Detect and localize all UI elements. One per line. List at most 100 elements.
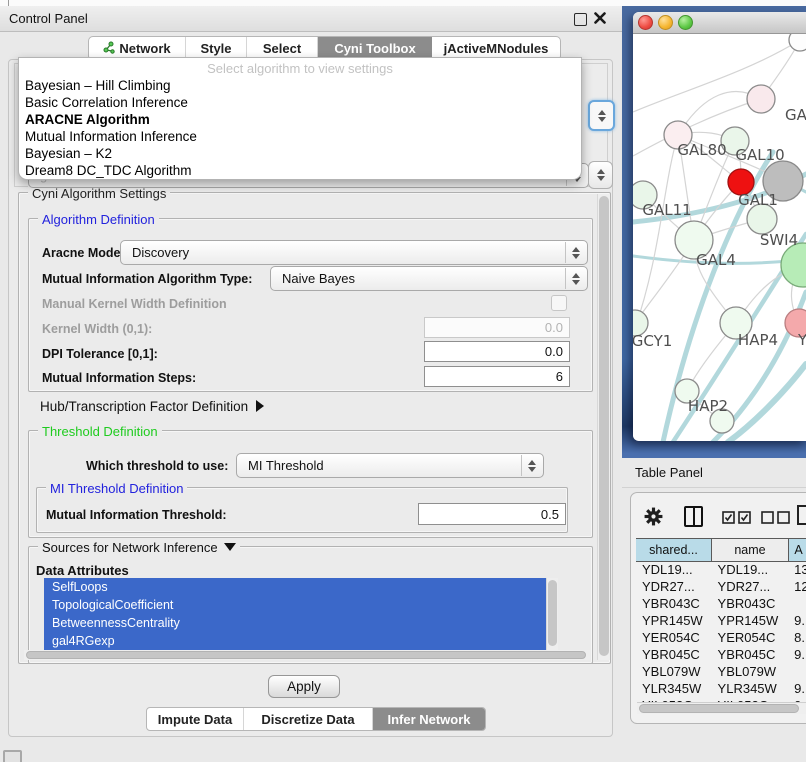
algo-option-mutual-information-inference[interactable]: Mutual Information Inference [21, 128, 581, 145]
table-cell: YER054C [712, 630, 789, 647]
mi-steps-field[interactable]: 6 [424, 366, 570, 387]
attributes-list-scrollbar[interactable] [546, 578, 558, 650]
table-row[interactable]: YBL079WYBL079W [636, 664, 806, 681]
network-canvas[interactable]: GALGAL80GAL10GAL1SWI4GAL11GAL4GCY1HAP4YH… [633, 34, 806, 441]
node-label-hap2: HAP2 [688, 397, 728, 415]
combo-stepper[interactable] [565, 268, 586, 289]
kernel-width-label: Kernel Width (0,1): [42, 322, 152, 336]
sources-group-title[interactable]: Sources for Network Inference [38, 540, 240, 555]
node-swi4[interactable] [781, 243, 806, 287]
gear-icon[interactable] [643, 506, 664, 527]
which-threshold-label: Which threshold to use: [86, 459, 228, 473]
bottom-tab-discretize-data[interactable]: Discretize Data [244, 708, 373, 730]
combo-stepper[interactable] [521, 455, 542, 476]
which-threshold-value: MI Threshold [248, 458, 324, 473]
attribute-item-selfloops[interactable]: SelfLoops [44, 578, 558, 596]
table-cell [788, 664, 806, 681]
close-traffic-light[interactable] [638, 15, 653, 30]
algo-option-bayesian-k2[interactable]: Bayesian – K2 [21, 145, 581, 162]
table-cell: YPR145W [636, 613, 712, 630]
hub-definition-toggle[interactable]: Hub/Transcription Factor Definition [40, 399, 264, 414]
mi-steps-value: 6 [556, 369, 563, 384]
algorithm-definition-title: Algorithm Definition [38, 212, 159, 227]
data-attributes-label: Data Attributes [36, 563, 129, 578]
kernel-width-field[interactable]: 0.0 [424, 317, 570, 338]
float-window-icon[interactable] [574, 13, 587, 26]
table-row[interactable]: YPR145WYPR145W9. [636, 613, 806, 630]
mi-type-label: Mutual Information Algorithm Type: [42, 272, 252, 286]
attribute-item-betweennesscentrality[interactable]: BetweennessCentrality [44, 614, 558, 632]
close-icon[interactable] [594, 12, 606, 24]
node-gal[interactable] [747, 85, 775, 113]
table-horizontal-scrollbar[interactable] [637, 702, 806, 714]
expand-arrow-icon [256, 400, 264, 412]
table-cell: YBL079W [712, 664, 789, 681]
manual-kernel-checkbox[interactable] [551, 295, 567, 311]
table-row[interactable]: YER054CYER054C8. [636, 630, 806, 647]
mi-type-value: Naive Bayes [282, 271, 355, 286]
float-panel-icon[interactable] [3, 750, 22, 762]
dpi-tolerance-field[interactable]: 0.0 [424, 341, 570, 362]
table-row[interactable]: YBR045CYBR045C9. [636, 647, 806, 664]
clear-checkboxes-icon[interactable] [761, 511, 791, 524]
algorithm-dropdown-list: Bayesian – Hill ClimbingBasic Correlatio… [21, 77, 581, 179]
table-row[interactable]: YDR27...YDR27...12 [636, 579, 806, 596]
apply-button[interactable]: Apply [268, 675, 340, 698]
network-icon [103, 41, 119, 57]
algo-option-bayesian-hill-climbing[interactable]: Bayesian – Hill Climbing [21, 77, 581, 94]
screenshot-root: Control Panel NetworkStyleSelectCyni Too… [0, 0, 806, 762]
algorithm-combo-stepper-focused[interactable] [588, 100, 615, 131]
attribute-item-topologicalcoefficient[interactable]: TopologicalCoefficient [44, 596, 558, 614]
network-window-titlebar[interactable] [633, 12, 806, 34]
second-combo-stepper[interactable] [588, 161, 613, 189]
table-cell: YBR045C [636, 647, 712, 664]
table-cell: 9. [788, 647, 806, 664]
tab-label: Infer Network [387, 712, 470, 727]
aracne-mode-combo[interactable]: Discovery [120, 240, 588, 265]
tab-label: Discretize Data [261, 712, 354, 727]
bottom-tab-impute-data[interactable]: Impute Data [147, 708, 244, 730]
settings-scrollbar[interactable] [597, 194, 610, 660]
tab-label: Select [263, 41, 301, 56]
minimize-traffic-light[interactable] [658, 15, 673, 30]
algorithm-dropdown-placeholder: Select algorithm to view settings [19, 61, 581, 77]
table-cell: YBR045C [712, 647, 789, 664]
node-unlabeled[interactable] [789, 34, 806, 51]
threshold-definition-title: Threshold Definition [38, 424, 162, 439]
zoom-traffic-light[interactable] [678, 15, 693, 30]
which-threshold-combo[interactable]: MI Threshold [236, 453, 544, 478]
table-cell: YBL079W [636, 664, 712, 681]
table-cell: YDL19... [712, 562, 789, 579]
bottom-tab-infer-network[interactable]: Infer Network [373, 708, 485, 730]
control-panel-title: Control Panel [9, 11, 88, 26]
algo-option-basic-correlation-inference[interactable]: Basic Correlation Inference [21, 94, 581, 111]
node-label-gcy1: GCY1 [633, 332, 672, 350]
algo-option-aracne-algorithm[interactable]: ARACNE Algorithm [21, 111, 581, 128]
mi-threshold-value: 0.5 [541, 507, 559, 522]
column-header-name[interactable]: name [712, 538, 789, 562]
table-row[interactable]: YBR043CYBR043C [636, 596, 806, 613]
mi-type-combo[interactable]: Naive Bayes [270, 266, 588, 291]
column-layout-icon[interactable] [684, 506, 703, 527]
column-header-a[interactable]: A [789, 538, 806, 562]
node-label-gal1: GAL1 [738, 191, 778, 209]
attribute-item-gal4rgexp[interactable]: gal4RGexp [44, 632, 558, 650]
select-all-checkboxes-icon[interactable] [722, 511, 752, 524]
table-cell: YLR345W [636, 681, 712, 698]
table-panel-titlebar: Table Panel [622, 458, 806, 488]
node-label-gal10: GAL10 [735, 146, 784, 164]
table-cell: YPR145W [712, 613, 789, 630]
aracne-mode-label: Aracne Mode: [42, 246, 125, 260]
table-row[interactable]: YDL19...YDL19...13 [636, 562, 806, 579]
table-row[interactable]: YLR345WYLR345W9. [636, 681, 806, 698]
column-header-shared[interactable]: shared... [636, 538, 712, 562]
kernel-width-value: 0.0 [545, 320, 563, 335]
combo-stepper[interactable] [565, 242, 586, 263]
settings-horizontal-scrollbar[interactable] [24, 650, 590, 660]
mi-threshold-field[interactable]: 0.5 [418, 503, 566, 525]
network-view-window[interactable]: GALGAL80GAL10GAL1SWI4GAL11GAL4GCY1HAP4YH… [633, 12, 806, 441]
function-builder-icon[interactable] [797, 505, 806, 525]
algo-option-dream8-dc-tdc-algorithm[interactable]: Dream8 DC_TDC Algorithm [21, 162, 581, 179]
table-cell: 9. [788, 681, 806, 698]
table-cell: YBR043C [712, 596, 789, 613]
